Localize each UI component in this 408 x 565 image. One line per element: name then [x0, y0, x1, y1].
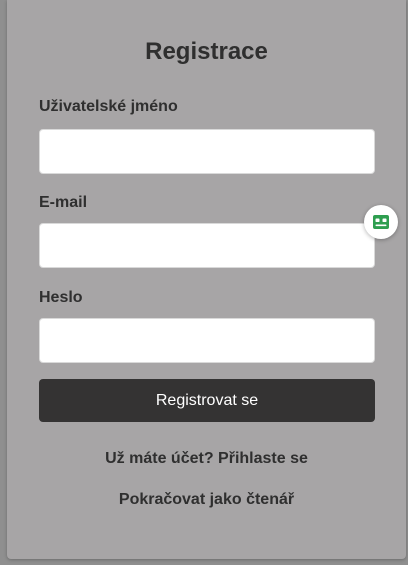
register-button[interactable]: Registrovat se: [39, 379, 375, 422]
page-title: Registrace: [145, 38, 268, 65]
password-manager-glyph: [373, 215, 389, 229]
email-label: E-mail: [39, 194, 88, 211]
email-field[interactable]: [39, 223, 375, 268]
password-field[interactable]: [39, 318, 375, 363]
username-label: Uživatelské jméno: [39, 98, 178, 115]
username-field[interactable]: [39, 129, 375, 174]
continue-as-reader-link[interactable]: Pokračovat jako čtenář: [7, 491, 406, 509]
registration-card: Registrace Uživatelské jméno E-mail Hesl…: [7, 0, 406, 559]
password-manager-icon[interactable]: [364, 205, 398, 239]
login-link[interactable]: Už máte účet? Přihlaste se: [7, 450, 406, 468]
password-label: Heslo: [39, 289, 83, 306]
